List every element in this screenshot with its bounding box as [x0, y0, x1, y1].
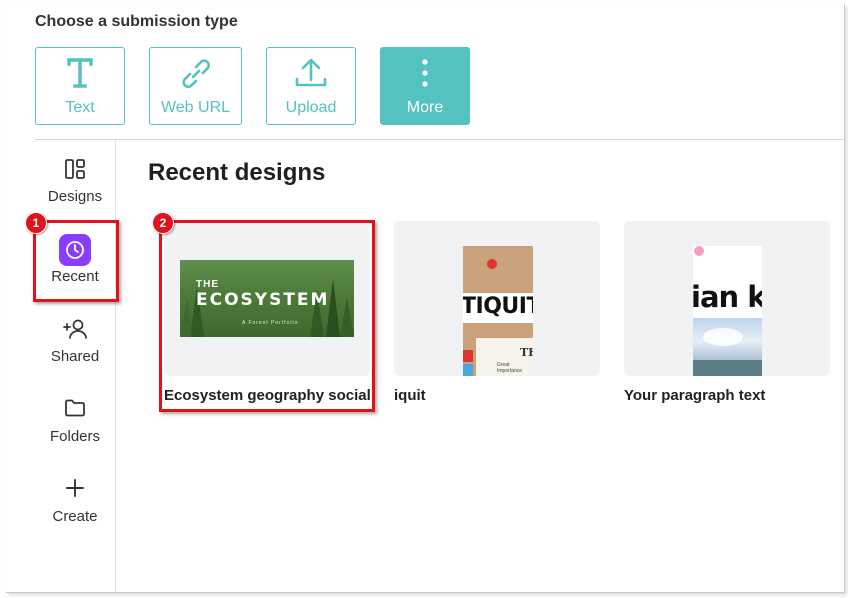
step-badge-1: 1	[25, 212, 47, 234]
upload-type-label: Upload	[285, 99, 337, 116]
text-icon	[67, 58, 93, 88]
thumb-mark: TE	[520, 346, 533, 359]
submission-type-title: Choose a submission type	[35, 13, 238, 30]
sidebar-item-label: Create	[52, 508, 98, 525]
thumb-tiny-text: Great Importance	[497, 362, 523, 374]
text-type-label: Text	[65, 99, 95, 116]
sidebar-item-designs[interactable]: Designs	[35, 140, 115, 210]
text-type-button[interactable]: Text	[35, 47, 125, 125]
step-badge-2: 2	[152, 212, 174, 234]
sidebar-item-label: Folders	[49, 428, 101, 445]
link-icon	[181, 59, 210, 89]
folder-icon	[65, 399, 85, 417]
thumb-word: TIQUIT	[463, 294, 533, 319]
more-vertical-icon	[422, 59, 428, 87]
design-thumbnail-paragraph[interactable]: ian k	[693, 246, 762, 376]
sidebar: Designs Recent Shared Folders Create	[35, 140, 116, 592]
design-title-paragraph[interactable]: Your paragraph text	[624, 387, 830, 404]
web-url-type-button[interactable]: Web URL	[149, 47, 242, 125]
sidebar-item-shared[interactable]: Shared	[35, 300, 115, 370]
sidebar-item-label: Shared	[50, 348, 100, 365]
designs-icon	[65, 159, 85, 179]
plus-icon	[66, 479, 84, 497]
upload-icon	[295, 58, 327, 87]
design-title-iquit[interactable]: iquit	[394, 387, 600, 404]
people-icon	[63, 319, 87, 339]
page-title: Recent designs	[148, 159, 326, 186]
sidebar-item-label: Designs	[47, 188, 103, 205]
upload-type-button[interactable]: Upload	[266, 47, 356, 125]
highlight-box-design	[159, 220, 375, 412]
thumb-word: ian k	[693, 280, 762, 314]
sidebar-item-create[interactable]: Create	[35, 460, 115, 530]
more-type-label: More	[406, 99, 444, 116]
section-divider	[35, 139, 844, 140]
highlight-box-recent	[33, 220, 119, 302]
more-type-button[interactable]: More	[380, 47, 470, 125]
web-url-type-label: Web URL	[160, 99, 231, 116]
design-thumbnail-iquit[interactable]: TIQUIT TE Great Importance	[463, 246, 533, 376]
sidebar-item-folders[interactable]: Folders	[35, 380, 115, 450]
